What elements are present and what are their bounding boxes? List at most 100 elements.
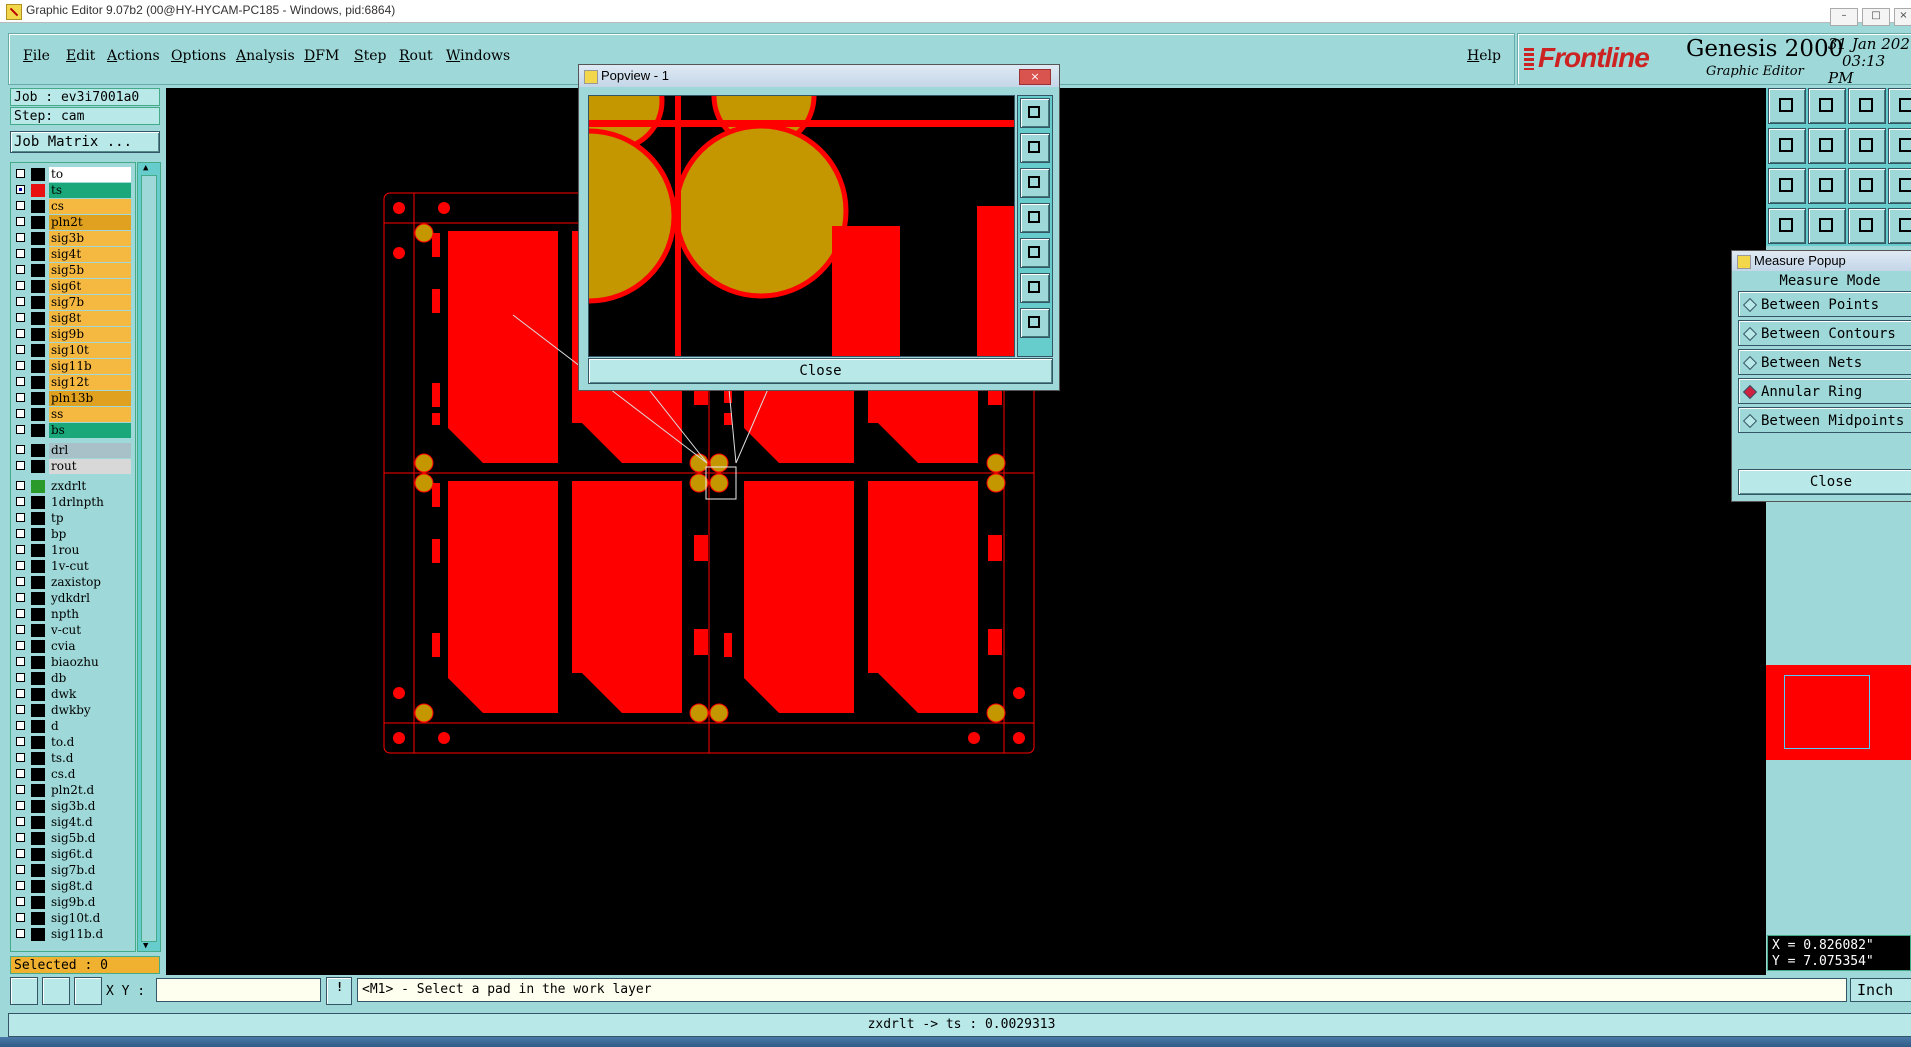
layer-checkbox[interactable] bbox=[16, 529, 25, 538]
overview-viewport[interactable] bbox=[1784, 675, 1870, 749]
popview-pan-left-icon[interactable] bbox=[1020, 203, 1050, 233]
layer-checkbox[interactable] bbox=[16, 409, 25, 418]
xy-input[interactable] bbox=[156, 978, 321, 1002]
layer-checkbox[interactable] bbox=[16, 705, 25, 714]
layer-row[interactable]: dwkby bbox=[13, 703, 131, 718]
layer-name[interactable]: ts.d bbox=[49, 751, 131, 766]
layer-row[interactable]: pln2t.d bbox=[13, 783, 131, 798]
layer-name[interactable]: to.d bbox=[49, 735, 131, 750]
layer-color-swatch[interactable] bbox=[31, 232, 45, 245]
layer-name[interactable]: sig3b bbox=[49, 231, 131, 246]
toolbar-redo-icon[interactable] bbox=[1888, 128, 1911, 164]
layer-color-swatch[interactable] bbox=[31, 280, 45, 293]
measure-close-button[interactable]: Close bbox=[1738, 469, 1911, 495]
layer-name[interactable]: sig3b.d bbox=[49, 799, 131, 814]
layer-name[interactable]: sig6t bbox=[49, 279, 131, 294]
snap-mode-icon[interactable] bbox=[10, 977, 38, 1005]
layer-color-swatch[interactable] bbox=[31, 720, 45, 733]
menu-help[interactable]: Help bbox=[1467, 48, 1501, 64]
layer-checkbox[interactable] bbox=[16, 265, 25, 274]
layer-color-swatch[interactable] bbox=[31, 624, 45, 637]
layer-color-swatch[interactable] bbox=[31, 928, 45, 941]
layer-checkbox[interactable] bbox=[16, 361, 25, 370]
layer-row[interactable]: 1v-cut bbox=[13, 559, 131, 574]
job-matrix-button[interactable]: Job Matrix ... bbox=[10, 131, 160, 153]
layer-color-swatch[interactable] bbox=[31, 864, 45, 877]
layer-name[interactable]: ydkdrl bbox=[49, 591, 131, 606]
layer-color-swatch[interactable] bbox=[31, 216, 45, 229]
window-close-button[interactable]: × bbox=[1894, 8, 1911, 26]
layer-color-swatch[interactable] bbox=[31, 816, 45, 829]
layer-color-swatch[interactable] bbox=[31, 848, 45, 861]
layer-name[interactable]: sig4t.d bbox=[49, 815, 131, 830]
layer-checkbox[interactable] bbox=[16, 201, 25, 210]
layer-row[interactable]: zxdrlt bbox=[13, 479, 131, 494]
layer-color-swatch[interactable] bbox=[31, 444, 45, 457]
layer-row[interactable]: tp bbox=[13, 511, 131, 526]
layer-row[interactable]: zaxistop bbox=[13, 575, 131, 590]
menu-options[interactable]: Options bbox=[171, 48, 226, 64]
layer-name[interactable]: v-cut bbox=[49, 623, 131, 638]
layer-checkbox[interactable] bbox=[16, 185, 25, 194]
layer-checkbox[interactable] bbox=[16, 881, 25, 890]
layer-color-swatch[interactable] bbox=[31, 896, 45, 909]
layer-row[interactable]: sig10t bbox=[13, 343, 131, 358]
scroll-up-icon[interactable]: ▲ bbox=[143, 163, 148, 173]
menu-step[interactable]: Step bbox=[354, 48, 386, 64]
layer-name[interactable]: ts bbox=[49, 183, 131, 198]
popview-pan-up-icon[interactable] bbox=[1020, 133, 1050, 163]
toolbar-frame-icon[interactable] bbox=[1888, 88, 1911, 124]
layer-checkbox[interactable] bbox=[16, 897, 25, 906]
scroll-down-icon[interactable]: ▼ bbox=[143, 941, 148, 951]
popview-close-icon[interactable]: × bbox=[1019, 69, 1051, 85]
layer-name[interactable]: sig9b.d bbox=[49, 895, 131, 910]
layer-color-swatch[interactable] bbox=[31, 168, 45, 181]
popview-title-bar[interactable]: Popview - 1 × bbox=[579, 65, 1059, 87]
layer-color-swatch[interactable] bbox=[31, 248, 45, 261]
overview-map[interactable] bbox=[1766, 665, 1911, 760]
layer-row[interactable]: sig6t.d bbox=[13, 847, 131, 862]
layer-name[interactable]: 1v-cut bbox=[49, 559, 131, 574]
layer-name[interactable]: 1drlnpth bbox=[49, 495, 131, 510]
layer-row[interactable]: cs.d bbox=[13, 767, 131, 782]
layer-checkbox[interactable] bbox=[16, 281, 25, 290]
popview-pan-right-icon[interactable] bbox=[1020, 238, 1050, 268]
toolbar-home-icon[interactable] bbox=[1768, 88, 1806, 124]
layer-row[interactable]: sig3b.d bbox=[13, 799, 131, 814]
layer-color-swatch[interactable] bbox=[31, 608, 45, 621]
layer-color-swatch[interactable] bbox=[31, 544, 45, 557]
toolbar-measure-icon[interactable] bbox=[1768, 208, 1806, 244]
layer-color-swatch[interactable] bbox=[31, 704, 45, 717]
layer-checkbox[interactable] bbox=[16, 425, 25, 434]
layer-row[interactable]: bs bbox=[13, 423, 131, 438]
layer-color-swatch[interactable] bbox=[31, 672, 45, 685]
layer-row[interactable]: sig6t bbox=[13, 279, 131, 294]
layer-checkbox[interactable] bbox=[16, 377, 25, 386]
layer-row[interactable]: sig12t bbox=[13, 375, 131, 390]
layer-row[interactable]: sig3b bbox=[13, 231, 131, 246]
measure-title-bar[interactable]: Measure Popup bbox=[1732, 251, 1911, 271]
layer-row[interactable]: cs bbox=[13, 199, 131, 214]
layer-name[interactable]: pln2t bbox=[49, 215, 131, 230]
layer-row[interactable]: drl bbox=[13, 443, 131, 458]
toolbar-left-icon[interactable] bbox=[1768, 128, 1806, 164]
layer-checkbox[interactable] bbox=[16, 609, 25, 618]
layer-row[interactable]: sig5b bbox=[13, 263, 131, 278]
layer-checkbox[interactable] bbox=[16, 721, 25, 730]
layer-row[interactable]: sig8t.d bbox=[13, 879, 131, 894]
layer-checkbox[interactable] bbox=[16, 513, 25, 522]
layer-checkbox[interactable] bbox=[16, 737, 25, 746]
layer-color-swatch[interactable] bbox=[31, 752, 45, 765]
layer-color-swatch[interactable] bbox=[31, 800, 45, 813]
layer-name[interactable]: bs bbox=[49, 423, 131, 438]
measure-option-between-midpoints[interactable]: Between Midpoints bbox=[1738, 407, 1911, 433]
layer-name[interactable]: bp bbox=[49, 527, 131, 542]
menu-analysis[interactable]: Analysis bbox=[236, 48, 295, 64]
toolbar-right-icon[interactable] bbox=[1808, 128, 1846, 164]
layer-checkbox[interactable] bbox=[16, 769, 25, 778]
layer-row[interactable]: ts.d bbox=[13, 751, 131, 766]
toolbar-snap-icon[interactable] bbox=[1848, 208, 1886, 244]
layer-checkbox[interactable] bbox=[16, 833, 25, 842]
toolbar-zoom-in-icon[interactable] bbox=[1768, 168, 1806, 204]
layer-checkbox[interactable] bbox=[16, 913, 25, 922]
